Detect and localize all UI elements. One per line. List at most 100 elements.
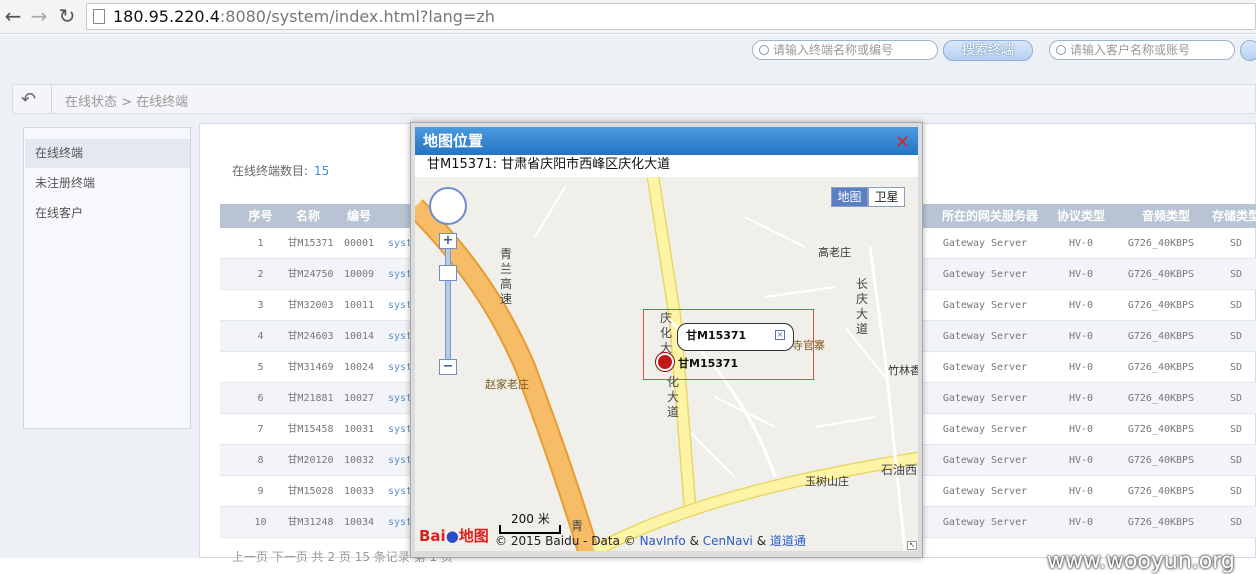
cell-audio: G726_40KBPS [1127,331,1195,342]
cell-gateway: Gateway Server [942,362,1028,373]
cell-protocol: HV-0 [1068,331,1094,342]
col-gateway[interactable]: 所在的网关服务器 [935,204,1045,228]
baidu-map[interactable]: 地图 卫星 + − 高老庄 赵家老庄 寺官寨 竹林香 玉树山庄 长庆大道 青兰高… [415,177,918,551]
baidu-logo-tail: 地图 [458,527,489,545]
map-type-map[interactable]: 地图 [831,187,868,207]
arrow-right-icon[interactable]: → [28,5,50,27]
bubble-text: 甘M15371 [686,329,747,342]
cell-name: 甘M15371 [287,238,334,249]
cell-id: 10024 [343,362,375,373]
cell-index: 7 [257,424,264,435]
url-path: :8080/system/index.html?lang=zh [219,7,495,26]
cell-storage: SD [1229,331,1243,342]
navinfo-link[interactable]: NavInfo [640,534,686,548]
cell-storage: SD [1229,393,1243,404]
cell-name: 甘M31469 [287,362,334,373]
reload-icon[interactable]: ↻ [56,5,78,27]
zoom-handle[interactable] [439,265,457,281]
pan-control-icon[interactable] [429,187,467,225]
cell-index: 4 [257,331,264,342]
vehicle-marker-icon[interactable] [656,353,674,371]
cell-id: 10011 [343,300,375,311]
cell-audio: G726_40KBPS [1127,517,1195,528]
bubble-close-icon[interactable]: × [775,330,785,340]
cell-audio: G726_40KBPS [1127,362,1195,373]
sidebar-item-online-terminals[interactable]: 在线终端 [25,139,190,168]
info-bubble[interactable]: 甘M15371 × [677,323,794,351]
cell-gateway: Gateway Server [942,269,1028,280]
cell-name: 甘M32003 [287,300,334,311]
map-type-satellite[interactable]: 卫星 [868,187,905,207]
cell-protocol: HV-0 [1068,486,1094,497]
col-protocol[interactable]: 协议类型 [1046,204,1116,228]
zoom-slider[interactable] [445,235,451,367]
cell-storage: SD [1229,424,1243,435]
cell-name: 甘M24750 [287,269,334,280]
cell-name: 甘M24603 [287,331,334,342]
breadcrumb: 在线状态 > 在线终端 [65,95,189,110]
col-storage[interactable]: 存储类型 [1206,204,1256,228]
cell-name: 甘M15458 [287,424,334,435]
zoom-out-button[interactable]: − [439,359,457,375]
search-terminal-input[interactable]: 请输入终端名称或编号 [752,40,938,60]
sidebar: 在线终端 未注册终端 在线客户 [23,127,191,429]
dialog-title-bar[interactable]: 地图位置 ✕ [415,127,918,155]
col-audio[interactable]: 音频类型 [1126,204,1206,228]
cell-name: 甘M21881 [287,393,334,404]
sidebar-item-unregistered-terminals[interactable]: 未注册终端 [25,169,190,198]
cell-index: 8 [257,455,264,466]
map-dialog: 地图位置 ✕ 甘M15371: 甘肃省庆阳市西峰区庆化大道 地图 卫星 + − … [410,122,923,558]
cell-gateway: Gateway Server [942,393,1028,404]
cell-gateway: Gateway Server [942,238,1028,249]
copyright-amp: & [689,534,699,548]
terminal-count: 在线终端数目: 15 [232,162,329,179]
cennavi-link[interactable]: CenNavi [703,534,753,548]
baidu-logo-text: Bai [419,527,446,545]
sidebar-item-online-customers[interactable]: 在线客户 [25,199,190,228]
zoom-in-button[interactable]: + [439,233,457,249]
search-customer-input[interactable]: 请输入客户名称或账号 [1049,40,1235,60]
search-icon [1056,45,1066,55]
place-yushushan: 玉树山庄 [805,475,849,488]
map-copyright: © 2015 Baidu - Data © NavInfo & CenNavi … [495,532,806,549]
cell-id: 10032 [343,455,375,466]
marker-label: 甘M15371 [678,357,739,370]
cell-name: 甘M15028 [287,486,334,497]
cell-id: 10033 [343,486,375,497]
cell-index: 6 [257,393,264,404]
cell-name: 甘M31248 [287,517,334,528]
cell-index: 1 [257,238,264,249]
cell-id: 00001 [343,238,375,249]
col-name[interactable]: 名称 [283,204,333,228]
address-bar[interactable]: 180.95.220.4:8080/system/index.html?lang… [86,3,1256,30]
watermark: www.wooyun.org [1047,549,1235,574]
cell-protocol: HV-0 [1068,455,1094,466]
share-back-icon[interactable]: ↶ [21,89,36,110]
cell-id: 10034 [343,517,375,528]
search-icon [759,45,769,55]
close-x-icon[interactable]: ✕ [895,129,910,157]
baidu-logo[interactable]: Bai●地图 [419,525,489,546]
place-gaolaozhuang: 高老庄 [818,246,851,259]
road-qinghua-lower: 化大道 [666,375,679,419]
daodaotong-link[interactable]: 道道通 [770,534,806,548]
place-zhaojialaozhuang: 赵家老庄 [485,378,529,391]
col-id[interactable]: 编号 [338,204,380,228]
cell-audio: G726_40KBPS [1127,486,1195,497]
cell-id: 10031 [343,424,375,435]
cell-protocol: HV-0 [1068,269,1094,280]
cell-id: 10009 [343,269,375,280]
search-terminal-button[interactable]: 搜索终端 [943,40,1033,61]
cell-storage: SD [1229,238,1243,249]
col-index[interactable]: 序号 [238,204,283,228]
cell-storage: SD [1229,455,1243,466]
browser-toolbar: ← → ↻ 180.95.220.4:8080/system/index.htm… [0,0,1256,34]
cell-protocol: HV-0 [1068,393,1094,404]
cell-audio: G726_40KBPS [1127,424,1195,435]
search-customer-button[interactable] [1240,40,1256,61]
arrow-left-icon[interactable]: ← [2,5,24,27]
search-terminal-placeholder: 请输入终端名称或编号 [773,43,894,57]
resize-handle-icon[interactable]: ↖ [907,541,917,550]
cell-storage: SD [1229,300,1243,311]
cell-storage: SD [1229,517,1243,528]
